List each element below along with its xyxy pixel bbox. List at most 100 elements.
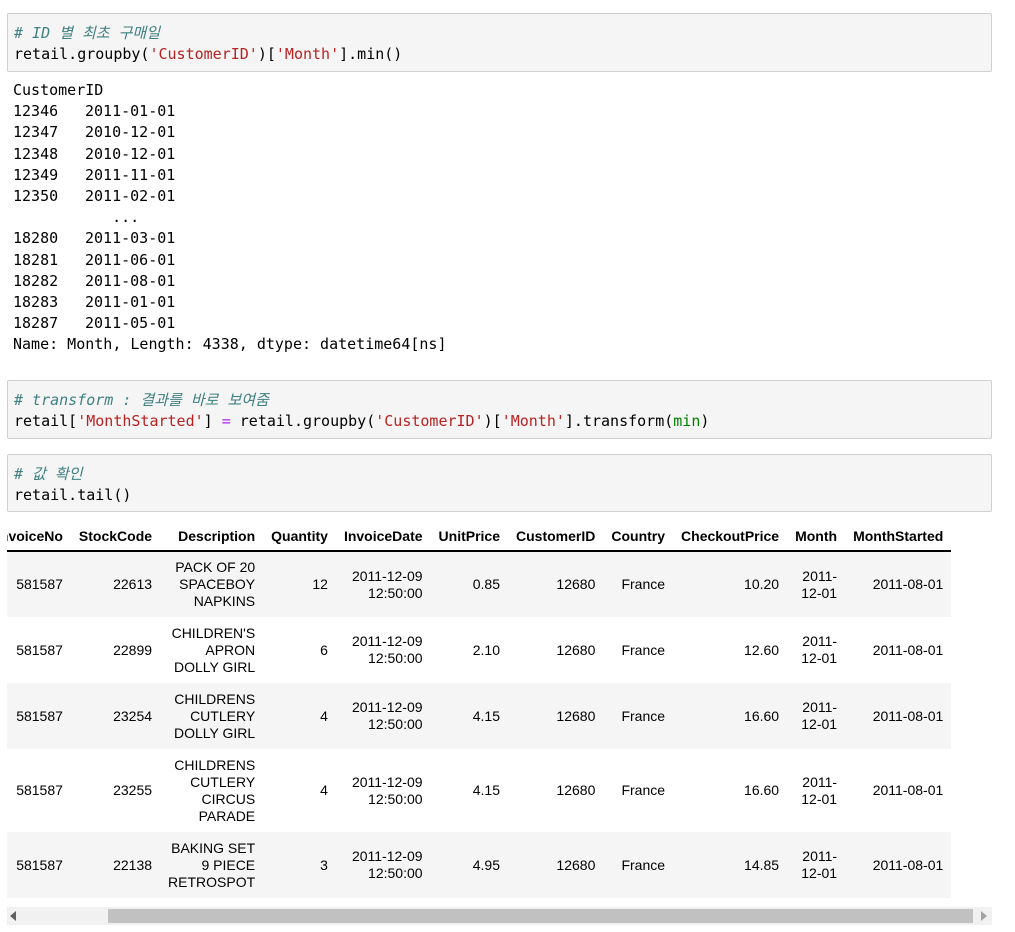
table-cell-customerid: 12680	[556, 641, 596, 658]
table-cell-checkoutprice: 12.60	[744, 641, 780, 658]
table-cell-unitprice: 4.95	[472, 856, 500, 873]
cell-line: 12:50:00	[368, 865, 423, 881]
series-index: 12348	[13, 144, 59, 163]
column-header: Month	[787, 522, 846, 552]
series-index: 18283	[13, 293, 59, 312]
table-cell-month: 2011- 12-01	[787, 683, 845, 749]
table-header-row: InvoiceNoStockCodeDescriptionQuantityInv…	[7, 522, 952, 552]
cell-line: CHILDREN'S	[171, 624, 256, 641]
table-cell-quantity: 12	[312, 576, 328, 592]
column-header: CustomerID	[508, 522, 604, 552]
table-row: 581587 23254 CHILDRENS CUTLERY DOLLY GIRL 4 20…	[7, 683, 952, 749]
scroll-left-arrow-icon[interactable]	[10, 911, 16, 921]
table-cell-stockcode: 23254	[113, 707, 153, 724]
cell-line: 2011-12-09	[351, 848, 423, 864]
cell-line: 12:50:00	[368, 650, 423, 666]
table-cell-monthstarted: 2011-08-01	[872, 576, 944, 592]
series-index: 12347	[13, 123, 59, 142]
column-header: Quantity	[263, 522, 336, 552]
cell-line: PARADE	[198, 807, 256, 824]
series-index: 18280	[13, 229, 59, 248]
table-cell-stockcode: 22899	[113, 641, 153, 658]
cell-line: CHILDRENS	[174, 756, 256, 773]
table-cell-checkoutprice: 16.60	[744, 782, 780, 798]
series-row: 18282 2011-08-01	[13, 271, 446, 292]
cell-line: 12:50:00	[368, 790, 423, 807]
series-row: 12349 2011-11-01	[13, 165, 446, 186]
table-cell-quantity: 6	[320, 641, 328, 658]
column-header: Description	[160, 522, 264, 552]
cell-line: 2011-	[802, 699, 838, 715]
cell-line: APRON	[205, 641, 256, 658]
series-row: 12346 2011-01-01	[13, 101, 446, 122]
series-index: 18282	[13, 271, 59, 290]
cell-line: DOLLY GIRL	[173, 724, 256, 741]
series-value: 2011-01-01	[85, 293, 176, 312]
scroll-right-arrow-icon[interactable]	[981, 911, 987, 921]
table-cell-invoicedate: 2011-12-09 12:50:00	[336, 617, 431, 683]
table-cell-invoicedate: 2011-12-09 12:50:00	[336, 832, 431, 898]
cell-line: 12:50:00	[368, 716, 423, 732]
table-cell-customerid: 12680	[556, 856, 596, 873]
series-row: 18283 2011-01-01	[13, 292, 446, 313]
series-value: 2011-03-01	[85, 229, 176, 248]
series-index: 18281	[13, 250, 59, 269]
table-row: 581587 23255 CHILDRENS CUTLERY CIRCUS PARADE 4…	[7, 749, 952, 832]
table-cell-invoicedate: 2011-12-09 12:50:00	[336, 683, 431, 749]
series-value: 2011-08-01	[85, 271, 176, 290]
table-cell-stockcode: 22138	[113, 856, 153, 873]
column-header: CheckoutPrice	[673, 522, 788, 552]
series-row: 12350 2011-02-01	[13, 186, 446, 207]
table-cell-invoiceno: 581587	[16, 782, 63, 798]
series-row: 12348 2010-12-01	[13, 144, 446, 165]
scrollbar-thumb[interactable]	[108, 909, 973, 923]
table-cell-customerid: 12680	[556, 576, 596, 592]
series-footer: Name: Month, Length: 4338, dtype: dateti…	[13, 335, 447, 354]
table-cell-description: CHILDREN'S APRON DOLLY GIRL	[160, 617, 263, 683]
series-value: 2011-02-01	[85, 187, 176, 206]
series-value: 2011-05-01	[85, 314, 176, 333]
table-cell-country: France	[621, 641, 666, 658]
cell-line: 12-01	[801, 716, 838, 732]
series-index: 12349	[13, 165, 59, 184]
table-cell-country: France	[621, 782, 666, 798]
table-cell-description: PACK OF 20 SPACEBOY NAPKINS	[160, 551, 263, 617]
column-header: InvoiceDate	[335, 522, 431, 552]
column-header: StockCode	[70, 522, 161, 552]
table-cell-monthstarted: 2011-08-01	[872, 641, 944, 658]
table-cell-checkoutprice: 16.60	[744, 707, 780, 724]
cell-line: 2011-12-09	[351, 633, 423, 649]
series-value: 2010-12-01	[85, 123, 176, 142]
series-index: 12350	[13, 187, 59, 206]
table-cell-month: 2011- 12-01	[787, 749, 845, 832]
series-value: 2010-12-01	[85, 144, 176, 163]
cell-line: CUTLERY	[190, 773, 256, 790]
cell-line: 2011-12-09	[351, 567, 423, 584]
series-index: 18287	[13, 314, 59, 333]
table-cell-monthstarted: 2011-08-01	[872, 856, 944, 873]
cell-line: CHILDRENS	[174, 690, 256, 707]
table-cell-quantity: 3	[320, 856, 328, 873]
cell-line: RETROSPOT	[168, 873, 256, 890]
code-cell-groupby-min[interactable]: # ID 별 최초 구매일 retail.groupby('CustomerID…	[7, 13, 992, 72]
table-cell-month: 2011- 12-01	[787, 832, 845, 898]
table-cell-description: BAKING SET 9 PIECE RETROSPOT	[160, 832, 263, 898]
cell-output-series: CustomerID 12346 2011-01-01 12347 2010-12-01…	[13, 80, 446, 356]
table-cell-unitprice: 4.15	[472, 707, 500, 724]
table-cell-invoicedate: 2011-12-09 12:50:00	[336, 551, 431, 617]
series-value: 2011-06-01	[85, 250, 176, 269]
cell-line: 9 PIECE	[201, 856, 256, 873]
series-value: 2011-01-01	[85, 102, 176, 121]
table-cell-invoiceno: 581587	[16, 576, 63, 592]
column-header: Country	[603, 522, 674, 552]
series-index-name: CustomerID	[13, 81, 104, 99]
table-cell-country: France	[621, 707, 666, 724]
table-cell-country: France	[621, 856, 666, 873]
code-cell-transform[interactable]: # transform : 결과를 바로 보여줌 retail['MonthSt…	[7, 380, 992, 439]
table-cell-stockcode: 23255	[113, 782, 153, 798]
series-value: ...	[85, 208, 140, 227]
table-cell-checkoutprice: 14.85	[744, 856, 780, 873]
code-line: retail.groupby('CustomerID')['Month'].mi…	[14, 45, 403, 63]
horizontal-scrollbar[interactable]	[7, 907, 992, 925]
code-cell-tail[interactable]: # 값 확인 retail.tail()	[7, 454, 992, 512]
